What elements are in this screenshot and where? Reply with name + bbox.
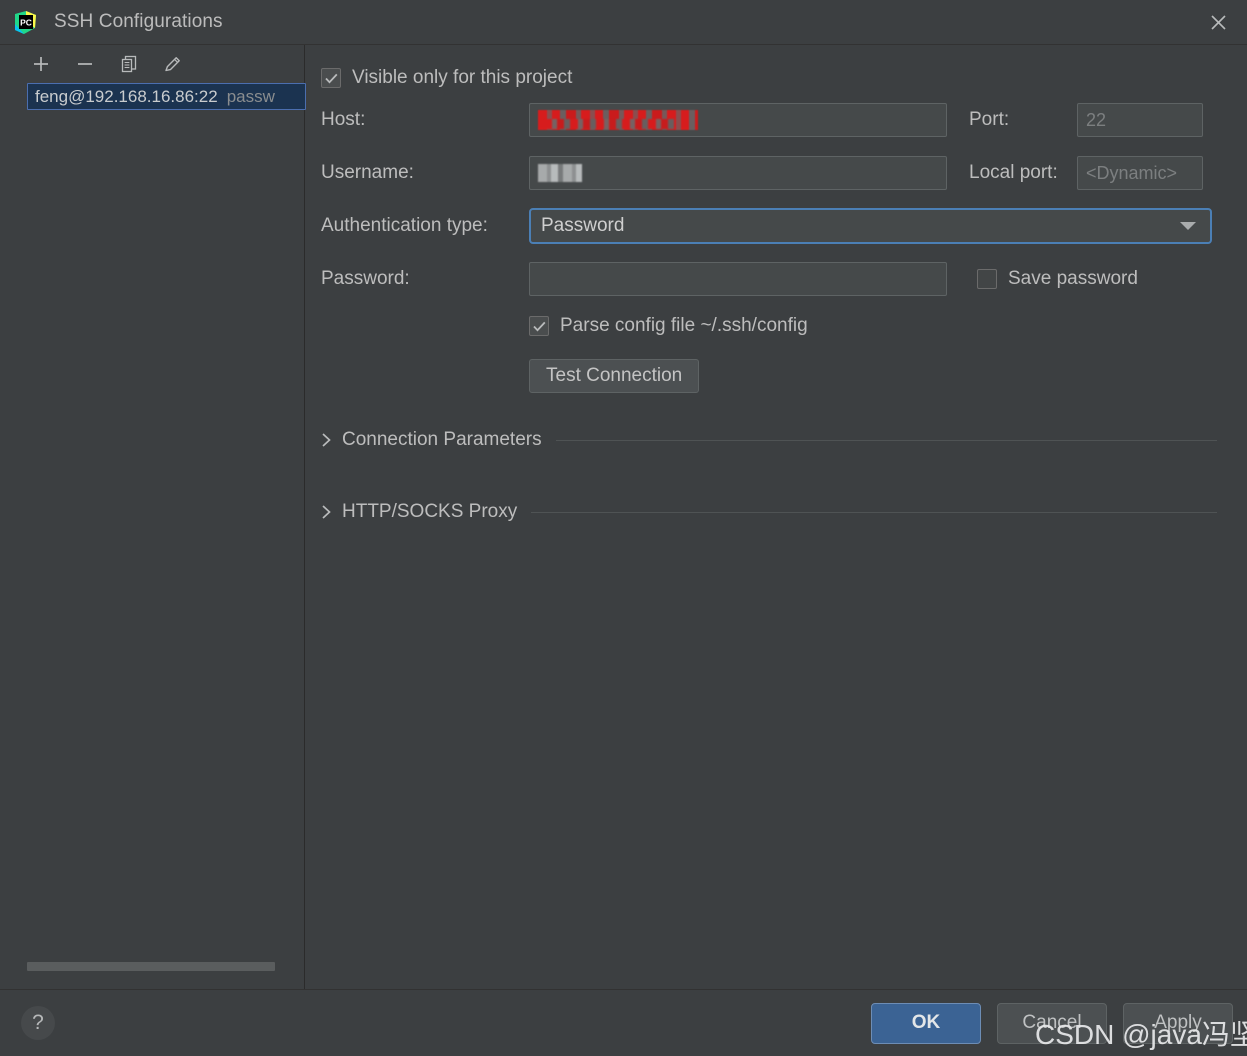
footer-buttons: OK Cancel Apply <box>871 1002 1233 1044</box>
host-redaction <box>538 110 698 130</box>
local-port-input[interactable]: <Dynamic> <box>1077 156 1203 190</box>
list-item-label: feng@192.168.16.86:22 <box>35 86 218 106</box>
username-input[interactable] <box>529 156 947 190</box>
host-input[interactable] <box>529 103 947 137</box>
connection-form: Host: Port: 22 Username: Local port: <Dy… <box>305 103 1247 393</box>
parse-config-label: Parse config file ~/.ssh/config <box>560 315 808 336</box>
cancel-button[interactable]: Cancel <box>997 1002 1107 1044</box>
parse-config-checkbox[interactable] <box>529 316 549 336</box>
chevron-right-icon <box>317 432 335 448</box>
section-connection-parameters[interactable]: Connection Parameters <box>317 429 1217 451</box>
section-title: Connection Parameters <box>342 429 542 450</box>
close-icon[interactable] <box>1189 0 1247 44</box>
help-button[interactable]: ? <box>21 1006 55 1040</box>
horizontal-scrollbar[interactable] <box>27 962 275 971</box>
section-http-socks-proxy[interactable]: HTTP/SOCKS Proxy <box>317 501 1217 523</box>
list-item-auth: passw <box>226 86 275 106</box>
configurations-list: feng@192.168.16.86:22 passw <box>0 83 306 110</box>
apply-button[interactable]: Apply <box>1123 1002 1233 1044</box>
section-divider <box>555 439 1217 441</box>
save-password-row: Save password <box>977 268 1138 290</box>
username-row: Username: Local port: <Dynamic> <box>321 156 1247 190</box>
test-connection-row: Test Connection <box>529 359 1247 393</box>
chevron-right-icon <box>317 504 335 520</box>
test-connection-button[interactable]: Test Connection <box>529 359 700 393</box>
local-port-label: Local port: <box>969 162 1058 183</box>
copy-icon[interactable] <box>118 53 140 75</box>
host-row: Host: Port: 22 <box>321 103 1247 137</box>
auth-type-row: Authentication type: Password <box>321 208 1247 244</box>
password-row: Password: Save password <box>321 262 1247 296</box>
visible-only-checkbox[interactable] <box>321 68 341 88</box>
username-label: Username: <box>321 162 414 183</box>
host-label: Host: <box>321 109 366 130</box>
minus-icon[interactable] <box>74 53 96 75</box>
parse-config-row: Parse config file ~/.ssh/config <box>529 315 1247 337</box>
visible-only-row: Visible only for this project <box>321 67 1247 89</box>
port-input[interactable]: 22 <box>1077 103 1203 137</box>
save-password-label: Save password <box>1008 268 1138 289</box>
ok-button[interactable]: OK <box>871 1002 981 1044</box>
list-toolbar <box>0 45 304 83</box>
chevron-down-icon <box>1180 222 1196 230</box>
port-label: Port: <box>969 109 1010 130</box>
title-bar: PC SSH Configurations <box>0 0 1247 45</box>
svg-text:PC: PC <box>20 17 32 27</box>
password-input[interactable] <box>529 262 947 296</box>
window-title: SSH Configurations <box>54 11 223 32</box>
section-title: HTTP/SOCKS Proxy <box>342 501 518 522</box>
dialog-footer: ? OK Cancel Apply <box>0 989 1247 1056</box>
dialog-body: feng@192.168.16.86:22 passw Visible only… <box>0 45 1247 989</box>
plus-icon[interactable] <box>30 53 52 75</box>
list-item[interactable]: feng@192.168.16.86:22 passw <box>27 83 306 110</box>
visible-only-label: Visible only for this project <box>352 67 573 88</box>
auth-type-value: Password <box>541 215 625 236</box>
auth-type-label: Authentication type: <box>321 215 488 236</box>
pycharm-logo-icon: PC <box>13 10 38 35</box>
password-label: Password: <box>321 268 410 289</box>
section-divider <box>531 511 1217 513</box>
configuration-form-panel: Visible only for this project Host: Port… <box>305 45 1247 989</box>
auth-type-select[interactable]: Password <box>529 208 1212 244</box>
username-redaction <box>538 164 582 182</box>
pencil-icon[interactable] <box>162 53 184 75</box>
save-password-checkbox[interactable] <box>977 269 997 289</box>
configurations-list-panel: feng@192.168.16.86:22 passw <box>0 45 306 989</box>
